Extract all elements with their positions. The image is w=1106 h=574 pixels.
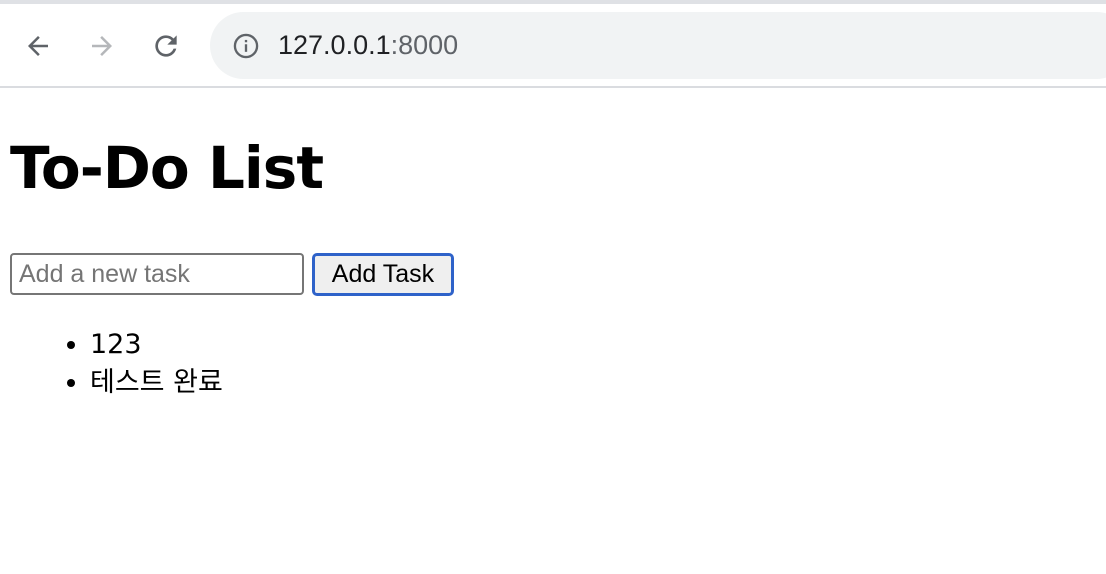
- new-task-input[interactable]: [10, 253, 304, 295]
- info-icon[interactable]: [232, 32, 260, 60]
- address-bar[interactable]: 127.0.0.1:8000: [210, 12, 1106, 79]
- task-item: 테스트 완료: [90, 364, 223, 402]
- task-item: 123: [90, 326, 223, 364]
- url-text[interactable]: 127.0.0.1:8000: [278, 29, 458, 61]
- forward-button[interactable]: [80, 24, 124, 68]
- back-button[interactable]: [16, 24, 60, 68]
- back-arrow-icon: [28, 36, 48, 56]
- toolbar-top-border: [0, 0, 1106, 4]
- url-host: 127.0.0.1: [278, 30, 391, 60]
- page-title: To-Do List: [10, 134, 324, 202]
- task-list: 123 테스트 완료: [10, 326, 223, 402]
- reload-button[interactable]: [144, 24, 188, 68]
- browser-toolbar: 127.0.0.1:8000: [0, 0, 1106, 88]
- forward-arrow-icon: [92, 36, 112, 56]
- url-port: :8000: [390, 30, 459, 60]
- reload-icon: [155, 35, 177, 57]
- add-task-button[interactable]: Add Task: [312, 253, 454, 296]
